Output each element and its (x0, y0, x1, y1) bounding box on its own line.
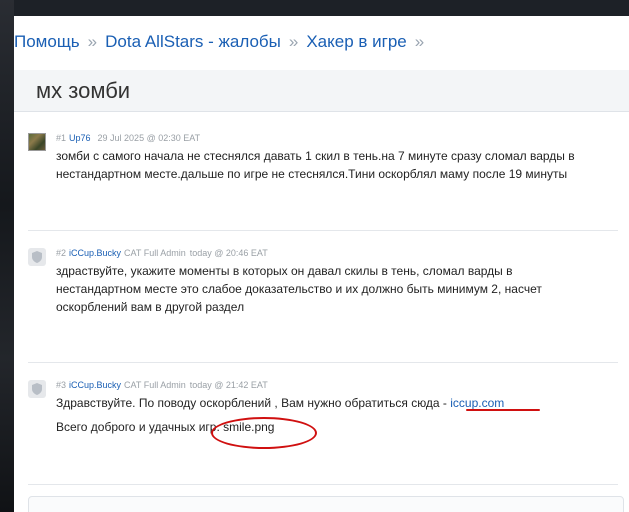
post-meta: #3 iCCup.Bucky CAT Full Admin today @ 21:42… (56, 380, 268, 390)
post-number[interactable]: #2 (56, 248, 66, 258)
page-background (0, 0, 14, 512)
post-line: Всего доброго и удачных игр. smile.png (56, 420, 275, 434)
post-line: оскорблений вам в другой раздел (56, 300, 245, 314)
red-underline-annotation (466, 409, 540, 411)
post-line: нестандартном месте это слабое доказател… (56, 282, 542, 296)
post-date: 29 Jul 2025 @ 02:30 EAT (97, 133, 201, 143)
post-line: Здравствуйте. По поводу оскорблений , Ва… (56, 394, 626, 412)
post-divider (28, 362, 618, 363)
topic-title: мх зомби (36, 78, 131, 103)
user-avatar[interactable] (28, 133, 46, 151)
post-line: зомби с самого начала не стеснялся дават… (56, 149, 575, 163)
post-body: Здравствуйте. По поводу оскорблений , Ва… (56, 394, 626, 436)
post-divider (28, 230, 618, 231)
breadcrumb-help[interactable]: Помощь (14, 32, 80, 51)
red-circle-annotation (211, 417, 317, 449)
post-body: здраствуйте, укажите моменты в которых о… (56, 262, 626, 316)
post-date: today @ 20:46 EAT (189, 248, 268, 258)
shield-icon (28, 380, 46, 398)
post-date: today @ 21:42 EAT (189, 380, 268, 390)
breadcrumb-dota-complaints[interactable]: Dota AllStars - жалобы (105, 32, 281, 51)
post-author[interactable]: iCCup.Bucky (69, 380, 121, 390)
post-author[interactable]: iCCup.Bucky (69, 248, 121, 258)
breadcrumb-separator: » (87, 32, 98, 51)
post-meta: #1 Up76 29 Jul 2025 @ 02:30 EAT (56, 133, 200, 143)
breadcrumb-hacker[interactable]: Хакер в игре (306, 32, 406, 51)
post-line: здраствуйте, укажите моменты в которых о… (56, 264, 513, 278)
shield-icon (28, 248, 46, 266)
breadcrumb-separator: » (288, 32, 299, 51)
post-author-role: CAT Full Admin (124, 248, 186, 258)
post-line: нестандартном месте.дальше по игре не ст… (56, 167, 568, 181)
post-body: зомби с самого начала не стеснялся дават… (56, 147, 626, 183)
topic-title-bar: мх зомби (14, 70, 629, 112)
post-text: Здравствуйте. По поводу оскорблений , Ва… (56, 396, 451, 410)
breadcrumb-separator: » (414, 32, 425, 51)
reply-box[interactable] (28, 496, 624, 512)
iccup-link[interactable]: iccup.com (450, 396, 504, 410)
page-header-strip (14, 0, 629, 16)
post-author-role: CAT Full Admin (124, 380, 186, 390)
post-number[interactable]: #3 (56, 380, 66, 390)
post-author[interactable]: Up76 (69, 133, 91, 143)
post-divider (28, 484, 618, 485)
breadcrumb: Помощь » Dota AllStars - жалобы » Хакер в иг… (14, 32, 432, 52)
post-meta: #2 iCCup.Bucky CAT Full Admin today @ 20:46… (56, 248, 268, 258)
post-number[interactable]: #1 (56, 133, 66, 143)
